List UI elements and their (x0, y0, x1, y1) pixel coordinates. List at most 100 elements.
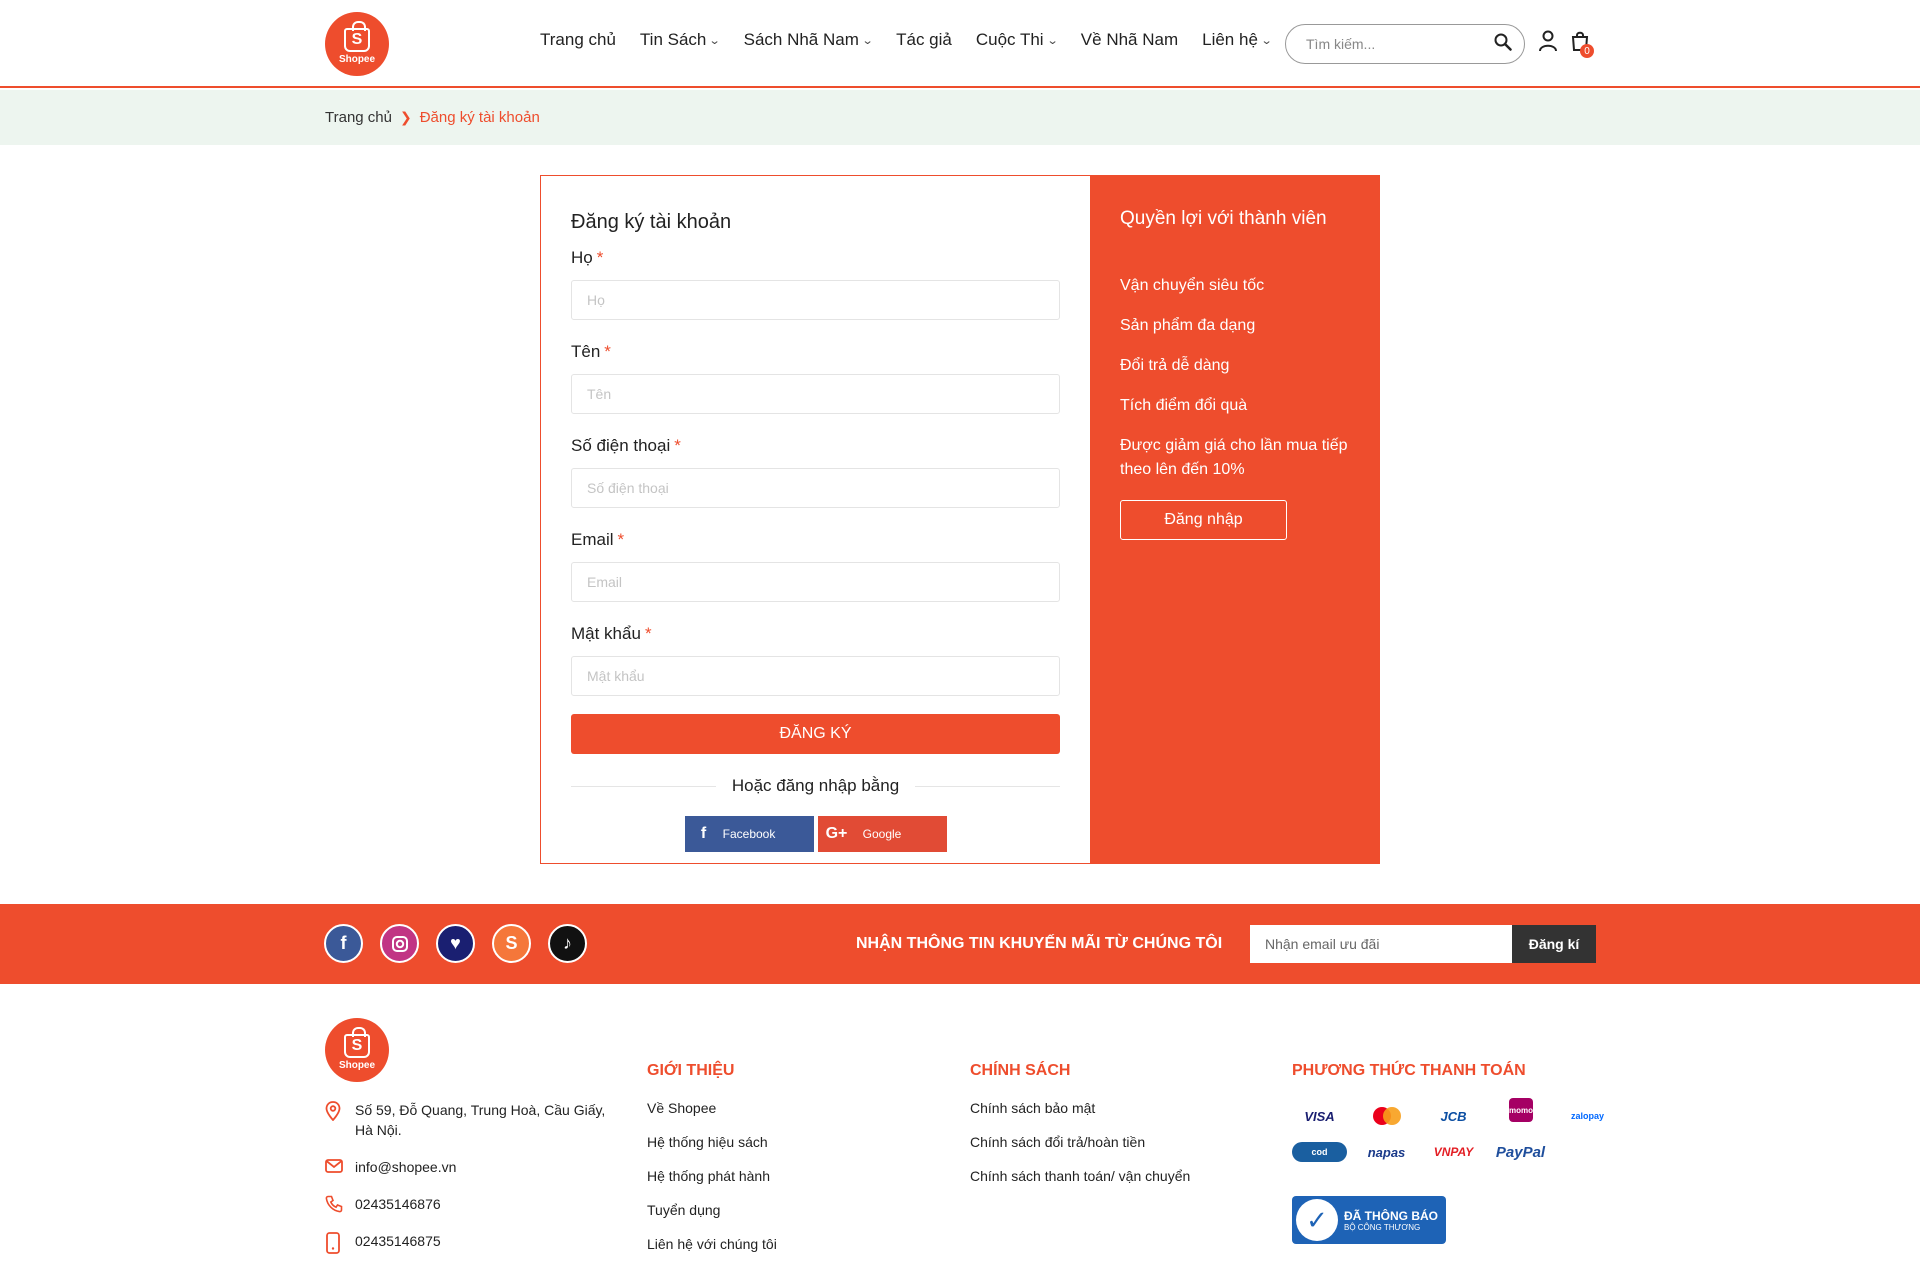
google-login-button[interactable]: G+ Google (817, 816, 947, 852)
cash-on-delivery-icon: cod (1292, 1142, 1347, 1162)
breadcrumb-bar: Trang chủ ❯ Đăng ký tài khoản (0, 90, 1920, 145)
site-header: S Shopee Trang chủ Tin Sách ⌄ Sách Nhã Na… (0, 0, 1920, 88)
google-plus-icon: G+ (825, 825, 848, 842)
footer-link[interactable]: Về Shopee (647, 1100, 777, 1116)
benefit-item: Sản phẩm đa dạng (1120, 317, 1256, 334)
footer-about: Giới thiệu Về Shopee Hệ thống hiệu sách … (647, 1062, 777, 1270)
benefit-item: Tích điểm đổi quà (1120, 397, 1248, 414)
payment-title: Phương thức thanh toán (1292, 1062, 1526, 1079)
form-title: Đăng ký tài khoản (571, 211, 732, 233)
paypal-icon: PayPal (1495, 1143, 1546, 1161)
chevron-down-icon: ⌄ (1260, 34, 1273, 47)
or-login-text: Hoặc đăng nhập bằng (731, 776, 900, 795)
footer-link[interactable]: Chính sách thanh toán/ vận chuyển (970, 1168, 1190, 1184)
footer-link[interactable]: Tuyển dụng (647, 1202, 777, 1218)
nav-item-contact[interactable]: Liên hệ ⌄ (1202, 30, 1273, 50)
shopee-icon[interactable]: S (492, 924, 531, 963)
chevron-right-icon: ❯ (399, 109, 412, 125)
breadcrumb-home[interactable]: Trang chủ (325, 109, 392, 126)
or-divider: Hoặc đăng nhập bằng (571, 776, 1060, 796)
newsletter-bar: f ♥ S ♪ Nhận thông tin khuyến mãi từ chú… (0, 904, 1920, 984)
first-name-field[interactable] (571, 374, 1060, 414)
mobile-row: 02435146875 (325, 1231, 625, 1254)
user-icon[interactable] (1538, 30, 1558, 57)
email-field[interactable] (571, 562, 1060, 602)
member-benefits: Quyền lợi với thành viên Vận chuyển siêu… (1090, 176, 1379, 863)
shopping-bag-icon: S (344, 1026, 370, 1058)
phone-icon (325, 1194, 355, 1213)
nav-item-about-nha-nam[interactable]: Về Nhã Nam (1081, 30, 1178, 50)
benefit-item: Đổi trả dễ dàng (1120, 357, 1230, 374)
search-box (1285, 24, 1525, 64)
register-card: Đăng ký tài khoản Họ* Tên* Số điện thoại… (540, 175, 1380, 864)
vnpay-icon: VNPAY (1433, 1145, 1474, 1159)
nav-item-nha-nam-books[interactable]: Sách Nhã Nam ⌄ (744, 30, 874, 50)
location-pin-icon (325, 1100, 355, 1121)
facebook-icon: f (700, 825, 707, 842)
visa-icon: VISA (1304, 1108, 1335, 1124)
chevron-down-icon: ⌄ (861, 34, 874, 47)
benefits-title: Quyền lợi với thành viên (1120, 208, 1327, 229)
nav-item-authors[interactable]: Tác giả (896, 30, 952, 50)
phone-row: 02435146876 (325, 1194, 625, 1214)
email-label: Email * (571, 530, 625, 549)
contact-info: Số 59, Đỗ Quang, Trung Hoà, Cầu Giấy, Hà… (325, 1100, 625, 1271)
login-button[interactable]: Đăng nhập (1120, 500, 1287, 540)
registered-ministry-badge[interactable]: ✓ ĐÃ THÔNG BÁO BỘ CÔNG THƯƠNG (1292, 1196, 1446, 1244)
footer-link[interactable]: Chính sách đổi trả/hoàn tiền (970, 1134, 1190, 1150)
chevron-down-icon: ⌄ (709, 34, 721, 47)
footer-link[interactable]: Chính sách bảo mật (970, 1100, 1190, 1116)
main-nav: Trang chủ Tin Sách ⌄ Sách Nhã Nam ⌄ Tác gi… (540, 30, 1295, 50)
password-field[interactable] (571, 656, 1060, 696)
divider-line (915, 785, 1060, 787)
address-row: Số 59, Đỗ Quang, Trung Hoà, Cầu Giấy, Hà… (325, 1100, 625, 1140)
tiktok-icon[interactable]: ♪ (548, 924, 587, 963)
momo-icon: momo (1509, 1098, 1533, 1122)
footer-logo[interactable]: S Shopee (325, 1018, 389, 1082)
register-button[interactable]: Đăng ký (571, 714, 1060, 754)
policy-title: Chính sách (970, 1062, 1071, 1079)
footer-link[interactable]: Hệ thống hiệu sách (647, 1134, 777, 1150)
nav-item-home[interactable]: Trang chủ (540, 30, 616, 50)
search-icon[interactable] (1494, 33, 1512, 56)
benefit-item: Vận chuyển siêu tốc (1120, 277, 1265, 294)
nav-item-contests[interactable]: Cuộc Thi ⌄ (976, 30, 1059, 50)
heart-icon[interactable]: ♥ (436, 924, 475, 963)
first-name-label: Tên * (571, 342, 611, 361)
jcb-icon: JCB (1440, 1108, 1467, 1124)
register-form: Đăng ký tài khoản Họ* Tên* Số điện thoại… (541, 176, 1090, 863)
phone-field[interactable] (571, 468, 1060, 508)
mastercard-icon (1359, 1098, 1414, 1134)
benefit-item: Được giảm giá cho lần mua tiếp theo lên … (1120, 437, 1348, 478)
instagram-icon[interactable] (380, 924, 419, 963)
checkmark-icon: ✓ (1296, 1199, 1338, 1241)
footer-payment: Phương thức thanh toán VISA JCB momo zal… (1292, 1062, 1615, 1244)
cart-count-badge: 0 (1580, 44, 1594, 58)
phone-label: Số điện thoại * (571, 436, 681, 455)
breadcrumb-current: Đăng ký tài khoản (419, 109, 540, 126)
napas-icon: napas (1367, 1144, 1406, 1160)
about-title: Giới thiệu (647, 1062, 735, 1079)
payment-methods: VISA JCB momo zalopay cod napas VNPAY Pa… (1292, 1098, 1615, 1170)
search-input[interactable] (1306, 36, 1486, 52)
zalopay-icon: zalopay (1570, 1111, 1604, 1121)
newsletter-email-input[interactable] (1250, 925, 1512, 963)
shopee-logo[interactable]: S Shopee (325, 12, 389, 76)
footer-policy: Chính sách Chính sách bảo mật Chính sách… (970, 1062, 1190, 1202)
newsletter-title: Nhận thông tin khuyến mãi từ chúng tôi (856, 935, 1223, 952)
shopping-bag-icon: S (344, 20, 370, 52)
footer-link[interactable]: Hệ thống phát hành (647, 1168, 777, 1184)
chevron-down-icon: ⌄ (1046, 34, 1059, 47)
facebook-login-button[interactable]: f Facebook (684, 816, 814, 852)
divider-line (571, 785, 716, 787)
mail-icon (325, 1157, 355, 1174)
last-name-field[interactable] (571, 280, 1060, 320)
facebook-icon[interactable]: f (324, 924, 363, 963)
newsletter-subscribe-button[interactable]: Đăng kí (1512, 925, 1596, 963)
email-row: info@shopee.vn (325, 1157, 625, 1177)
mobile-phone-icon (325, 1231, 355, 1254)
footer-link[interactable]: Liên hệ với chúng tôi (647, 1236, 777, 1252)
nav-item-book-news[interactable]: Tin Sách ⌄ (640, 30, 721, 50)
social-login: f Facebook G+ Google (571, 816, 1060, 852)
social-links: f ♥ S ♪ (324, 924, 587, 963)
